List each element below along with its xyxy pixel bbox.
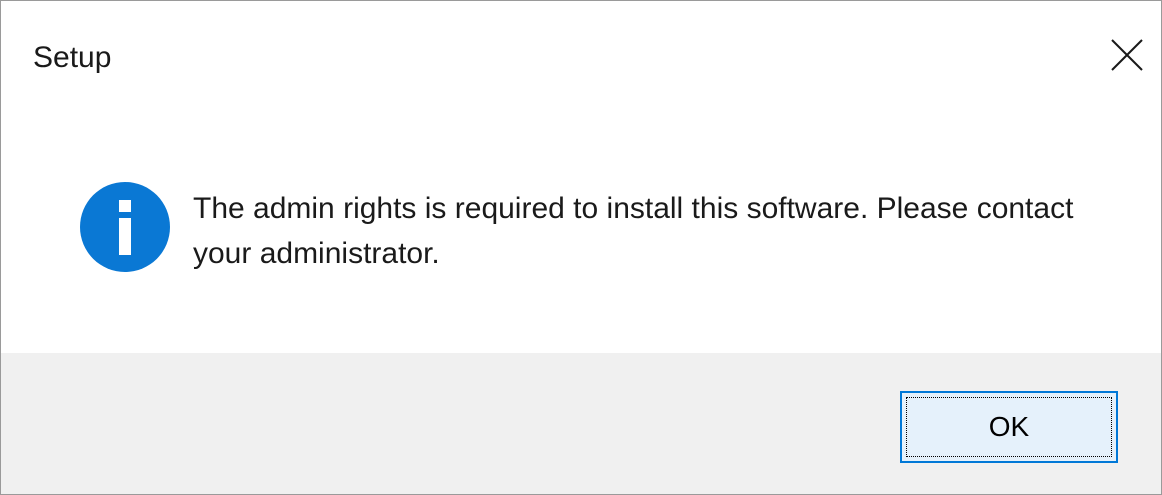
information-icon (80, 182, 170, 272)
dialog-title: Setup (33, 41, 112, 74)
title-bar: Setup (1, 1, 1161, 111)
ok-button[interactable]: OK (900, 391, 1118, 463)
dialog-content: The admin rights is required to install … (1, 111, 1161, 353)
close-icon (1111, 39, 1143, 71)
ok-button-label: OK (988, 411, 1030, 442)
setup-dialog: Setup The admin rights is required to in… (0, 0, 1162, 495)
dialog-message: The admin rights is required to install … (193, 192, 1074, 270)
close-button[interactable] (1093, 19, 1161, 91)
button-bar: OK (1, 353, 1161, 494)
